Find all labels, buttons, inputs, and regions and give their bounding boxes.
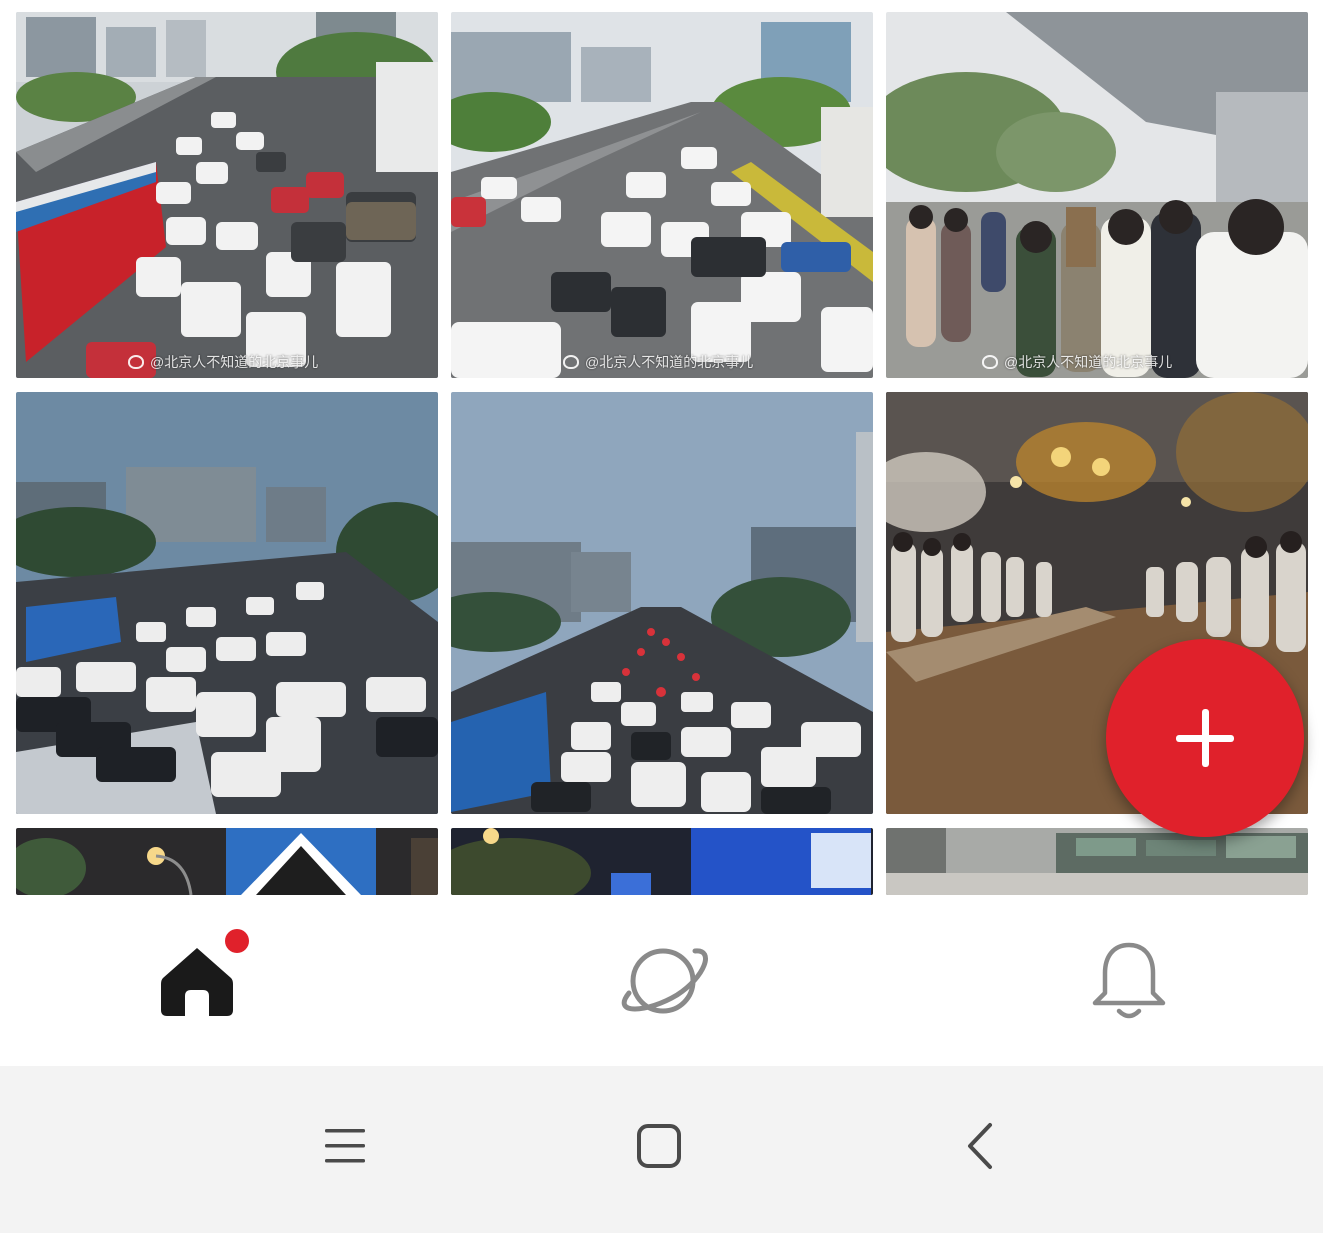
photo-watermark: @北京人不知道的北京事儿 — [563, 352, 753, 372]
photo-tile-graffiti[interactable] — [886, 828, 1308, 895]
nav-item-home[interactable] — [97, 895, 297, 1066]
night-photo — [451, 828, 873, 895]
photo-watermark-text: @北京人不知道的北京事儿 — [150, 354, 319, 370]
add-post-button[interactable] — [1106, 639, 1304, 837]
photo-watermark-text: @北京人不知道的北京事儿 — [1004, 354, 1173, 370]
photo-watermark: @北京人不知道的北京事儿 — [128, 352, 318, 372]
weibo-logo-icon — [982, 355, 998, 369]
home-icon — [161, 947, 233, 1016]
photo-watermark-text: @北京人不知道的北京事儿 — [585, 354, 754, 370]
app-screen: @北京人不知道的北京事儿 @北京人不知道的北京事儿 @北京人不知道的北京事儿 — [0, 0, 1323, 1233]
bell-icon — [1092, 942, 1166, 1018]
plus-icon-vertical — [1201, 709, 1209, 767]
bottom-nav — [0, 895, 1323, 1066]
notification-badge-dot — [225, 929, 249, 953]
weibo-logo-icon — [128, 355, 144, 369]
nav-item-notifications[interactable] — [1029, 895, 1229, 1066]
planet-icon — [621, 947, 708, 1013]
traffic-jam-photo — [16, 12, 438, 378]
photo-grid: @北京人不知道的北京事儿 @北京人不知道的北京事儿 @北京人不知道的北京事儿 — [0, 0, 1323, 895]
menu-icon — [325, 1129, 365, 1163]
traffic-jam-photo — [451, 12, 873, 378]
photo-tile-night-crosswalk[interactable] — [16, 828, 438, 895]
system-home-button[interactable] — [604, 1096, 714, 1196]
square-home-icon — [637, 1124, 681, 1168]
nav-item-discover[interactable] — [563, 895, 763, 1066]
street-photo — [886, 828, 1308, 895]
photo-watermark: @北京人不知道的北京事儿 — [982, 352, 1172, 372]
system-menu-button[interactable] — [290, 1096, 400, 1196]
photo-tile-traffic-jam-2[interactable]: @北京人不知道的北京事儿 — [451, 12, 873, 378]
back-chevron-icon — [968, 1123, 992, 1169]
system-back-button[interactable] — [925, 1096, 1035, 1196]
night-photo — [16, 828, 438, 895]
traffic-jam-photo — [451, 392, 873, 814]
photo-tile-night-street[interactable] — [451, 828, 873, 895]
photo-tile-traffic-jam-3[interactable] — [16, 392, 438, 814]
photo-tile-traffic-jam-4[interactable] — [451, 392, 873, 814]
system-navigation-bar — [0, 1066, 1323, 1233]
photo-tile-crowd-station[interactable]: @北京人不知道的北京事儿 — [886, 12, 1308, 378]
weibo-logo-icon — [563, 355, 579, 369]
traffic-jam-photo — [16, 392, 438, 814]
crowd-photo — [886, 12, 1308, 378]
photo-tile-traffic-jam-1[interactable]: @北京人不知道的北京事儿 — [16, 12, 438, 378]
